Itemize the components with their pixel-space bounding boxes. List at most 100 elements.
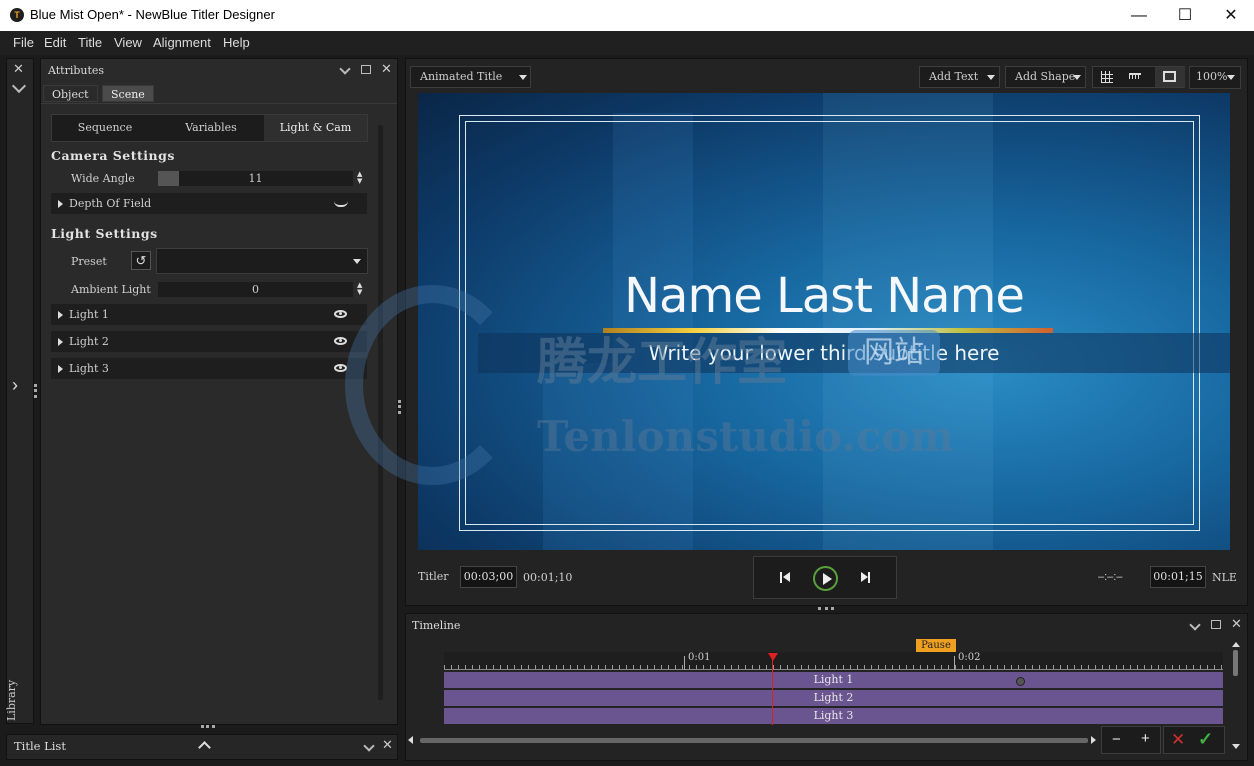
add-text-label: Add Text	[929, 70, 979, 83]
segment-light-cam[interactable]: Light & Cam	[264, 115, 367, 141]
play-icon	[823, 573, 832, 585]
play-button[interactable]	[813, 566, 838, 591]
pin-icon[interactable]	[11, 78, 27, 94]
safe-area-toggle[interactable]	[1155, 67, 1185, 87]
light-1-row[interactable]: Light 1	[51, 304, 367, 325]
track-light-1[interactable]: Light 1	[444, 672, 1223, 688]
grid-icon[interactable]	[1101, 71, 1113, 83]
expand-triangle-icon	[58, 199, 63, 208]
tab-divider	[41, 103, 397, 104]
zoom-dropdown[interactable]: 100%	[1189, 66, 1241, 89]
pin-panel-icon[interactable]	[339, 63, 351, 75]
close-window-button[interactable]: ✕	[1208, 0, 1254, 31]
confirm-controls: ✕ ✓	[1163, 726, 1225, 754]
wide-angle-value: 11	[248, 172, 263, 185]
resize-handle-icon[interactable]	[201, 725, 215, 728]
timeline-panel-title: Timeline	[412, 619, 461, 632]
float-panel-icon[interactable]	[1211, 620, 1221, 629]
close-panel-icon[interactable]: ✕	[382, 737, 393, 753]
timeline-ruler[interactable]: 0:01 0:02	[444, 652, 1223, 670]
track-light-2[interactable]: Light 2	[444, 690, 1223, 706]
close-panel-icon[interactable]: ✕	[1231, 616, 1242, 632]
track-light-3[interactable]: Light 3	[444, 708, 1223, 724]
zoom-out-button[interactable]: −	[1112, 731, 1121, 748]
preset-dropdown[interactable]	[156, 248, 368, 274]
app-logo-icon: T	[10, 8, 24, 22]
menu-title[interactable]: Title	[78, 35, 102, 50]
keyframe-marker[interactable]	[1016, 677, 1025, 686]
chevron-down-icon	[1073, 75, 1081, 80]
menu-help[interactable]: Help	[223, 35, 250, 50]
tab-scene[interactable]: Scene	[102, 85, 154, 102]
wide-angle-slider[interactable]: 11	[158, 171, 353, 186]
guide-toggle-group	[1092, 66, 1185, 88]
tab-object[interactable]: Object	[43, 85, 98, 102]
close-strip-icon[interactable]: ✕	[13, 61, 24, 77]
titler-duration-field[interactable]: 00:03;00	[460, 566, 517, 588]
depth-of-field-row[interactable]: Depth Of Field	[51, 193, 367, 214]
ambient-spinner-icon[interactable]: ▲ ▼	[357, 282, 362, 296]
chevron-up-icon[interactable]	[198, 741, 211, 754]
library-tab[interactable]: Library	[5, 680, 18, 721]
light-3-row[interactable]: Light 3	[51, 358, 367, 379]
playhead-line[interactable]	[772, 653, 773, 725]
timeline-zoom-controls: − +	[1101, 726, 1161, 754]
menu-view[interactable]: View	[114, 35, 142, 50]
close-panel-icon[interactable]: ✕	[381, 61, 392, 77]
segment-sequence[interactable]: Sequence	[52, 115, 158, 141]
add-shape-button[interactable]: Add Shape	[1005, 66, 1086, 88]
out-time-field[interactable]: 00:01;15	[1150, 566, 1206, 588]
reset-preset-icon[interactable]: ↺	[131, 251, 151, 270]
light-2-row[interactable]: Light 2	[51, 331, 367, 352]
eye-icon[interactable]	[334, 310, 347, 318]
skip-forward-icon[interactable]	[860, 572, 870, 583]
watermark-logo-icon	[345, 285, 520, 485]
pin-panel-icon[interactable]	[363, 740, 375, 752]
depth-of-field-label: Depth Of Field	[69, 197, 152, 210]
pin-panel-icon[interactable]	[1189, 619, 1201, 631]
playhead-icon[interactable]	[768, 653, 778, 661]
chevron-down-icon	[519, 75, 527, 80]
drag-handle-icon[interactable]	[34, 384, 37, 398]
scroll-up-icon[interactable]	[1232, 642, 1240, 647]
scroll-down-icon[interactable]	[1232, 744, 1240, 749]
ambient-light-slider[interactable]: 0	[158, 282, 353, 297]
timeline-horizontal-scrollbar[interactable]	[420, 738, 1088, 743]
title-type-dropdown[interactable]: Animated Title	[410, 66, 531, 88]
minimize-button[interactable]: —	[1116, 0, 1162, 31]
cancel-icon[interactable]: ✕	[1171, 730, 1185, 750]
light-2-label: Light 2	[69, 335, 109, 348]
float-panel-icon[interactable]	[361, 65, 371, 74]
light-3-label: Light 3	[69, 362, 109, 375]
watermark-chinese: 腾龙工作室	[537, 333, 787, 391]
zoom-in-button[interactable]: +	[1141, 730, 1150, 747]
skip-back-icon[interactable]	[780, 572, 790, 583]
title-list-bar: Title List ✕	[6, 734, 398, 760]
closed-eye-icon[interactable]	[334, 201, 348, 207]
safe-area-icon	[1163, 71, 1176, 82]
add-text-button[interactable]: Add Text	[919, 66, 1000, 88]
wide-angle-spinner-icon[interactable]: ▲ ▼	[357, 171, 362, 185]
menu-edit[interactable]: Edit	[44, 35, 66, 50]
menu-alignment[interactable]: Alignment	[153, 35, 211, 50]
expand-chevron-icon[interactable]: ›	[12, 375, 18, 396]
ruler-icon[interactable]	[1129, 73, 1141, 79]
vertical-splitter-icon[interactable]	[398, 400, 401, 414]
scroll-right-icon[interactable]	[1091, 736, 1096, 744]
chevron-down-icon	[1227, 75, 1235, 80]
ruler-major-tick	[954, 656, 955, 670]
segment-variables[interactable]: Variables	[158, 115, 264, 141]
menu-file[interactable]: File	[13, 35, 34, 50]
maximize-button[interactable]: ☐	[1162, 0, 1208, 31]
timeline-vertical-scrollbar[interactable]	[1233, 650, 1238, 676]
menu-bar: File Edit Title View Alignment Help	[0, 31, 1254, 55]
eye-icon[interactable]	[334, 337, 347, 345]
pause-marker[interactable]: Pause	[916, 639, 956, 652]
headline-text[interactable]: Name Last Name	[418, 268, 1230, 324]
confirm-check-icon[interactable]: ✓	[1198, 729, 1213, 750]
ruler-label-1: 0:01	[688, 652, 711, 663]
title-list-label[interactable]: Title List	[14, 739, 66, 753]
scroll-left-icon[interactable]	[408, 736, 413, 744]
window-title: Blue Mist Open* - NewBlue Titler Designe…	[30, 7, 275, 22]
horizontal-splitter-icon[interactable]	[818, 607, 834, 610]
